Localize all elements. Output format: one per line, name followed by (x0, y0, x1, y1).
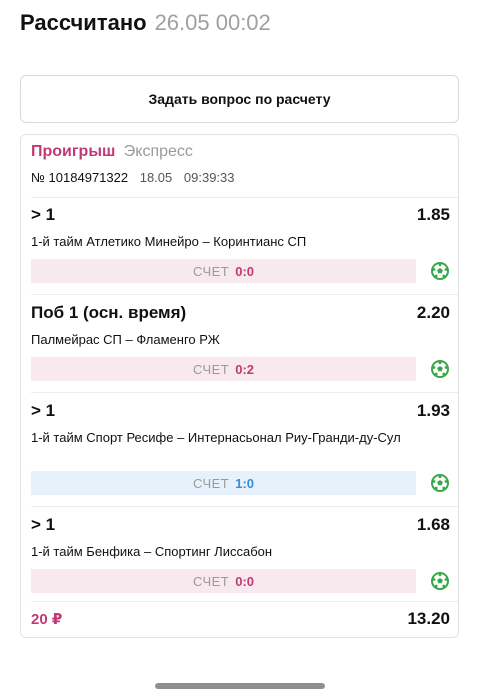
score-value: 0:0 (235, 263, 255, 279)
bet-score-bar: СЧЕТ 0:2 (31, 357, 416, 381)
score-label: СЧЕТ (192, 573, 230, 589)
ask-question-button[interactable]: Задать вопрос по расчету (20, 75, 459, 123)
score-value: 0:2 (235, 361, 255, 377)
bet-score-bar: СЧЕТ 1:0 (31, 471, 416, 495)
bet-score-row: СЧЕТ 0:0 (31, 259, 450, 283)
coupon-result: Проигрыш (31, 143, 116, 160)
score-label: СЧЕТ (192, 361, 230, 377)
bet-outcome: Поб 1 (осн. время) (31, 303, 187, 322)
bet-outcome: > 1 (31, 205, 56, 224)
score-label: СЧЕТ (192, 475, 230, 491)
bet-outcome: > 1 (31, 401, 56, 420)
coupon-footer: 20 ₽ 13.20 (31, 609, 450, 629)
coupon-type: Экспресс (123, 143, 193, 160)
bet-event: 1-й тайм Атлетико Минейро – Коринтианс С… (31, 234, 307, 249)
bet-item: > 1 1.68 1-й тайм Бенфика – Спортинг Лис… (31, 515, 450, 601)
divider (31, 506, 458, 507)
football-icon (431, 262, 449, 280)
bet-score-bar: СЧЕТ 0:0 (31, 569, 416, 593)
bet-score-row: СЧЕТ 0:0 (31, 569, 450, 593)
bet-coefficient: 1.93 (416, 401, 450, 420)
divider (31, 392, 458, 393)
bet-score-row: СЧЕТ 1:0 (31, 471, 450, 495)
divider (31, 294, 458, 295)
settled-datetime: 26.05 00:02 (154, 10, 271, 35)
coupon-time: 09:39:33 (183, 170, 235, 185)
stake-amount: 20 ₽ (31, 611, 63, 628)
coupon-card: Проигрыш Экспресс № 10184971322 18.05 09… (20, 134, 459, 638)
bet-event: 1-й тайм Спорт Ресифе – Интернасьонал Ри… (31, 430, 401, 445)
bet-coefficient: 1.85 (416, 205, 450, 224)
football-icon (431, 474, 449, 492)
bet-outcome: > 1 (31, 515, 56, 534)
bet-item: Поб 1 (осн. время) 2.20 Палмейрас СП – Ф… (31, 303, 450, 389)
bet-coefficient: 2.20 (416, 303, 450, 322)
football-icon (431, 572, 449, 590)
score-value: 1:0 (235, 475, 255, 491)
football-icon (431, 360, 449, 378)
coupon-date: 18.05 (139, 170, 173, 185)
bet-item: > 1 1.85 1-й тайм Атлетико Минейро – Кор… (31, 205, 450, 291)
score-value: 0:0 (235, 573, 255, 589)
total-coefficient: 13.20 (407, 609, 450, 628)
bet-event: Палмейрас СП – Фламенго РЖ (31, 332, 220, 347)
divider (31, 197, 458, 198)
divider (31, 601, 458, 602)
coupon-header: Проигрыш Экспресс № 10184971322 18.05 09… (31, 143, 235, 185)
bet-event: 1-й тайм Бенфика – Спортинг Лиссабон (31, 544, 273, 559)
score-label: СЧЕТ (192, 263, 230, 279)
bet-item: > 1 1.93 1-й тайм Спорт Ресифе – Интерна… (31, 401, 450, 503)
bet-score-bar: СЧЕТ 0:0 (31, 259, 416, 283)
page-header: Рассчитано 26.05 00:02 (20, 10, 271, 42)
coupon-number: № 10184971322 (31, 170, 129, 185)
home-indicator[interactable] (155, 683, 325, 689)
bet-coefficient: 1.68 (416, 515, 450, 534)
page-title: Рассчитано (20, 10, 147, 35)
bet-score-row: СЧЕТ 0:2 (31, 357, 450, 381)
